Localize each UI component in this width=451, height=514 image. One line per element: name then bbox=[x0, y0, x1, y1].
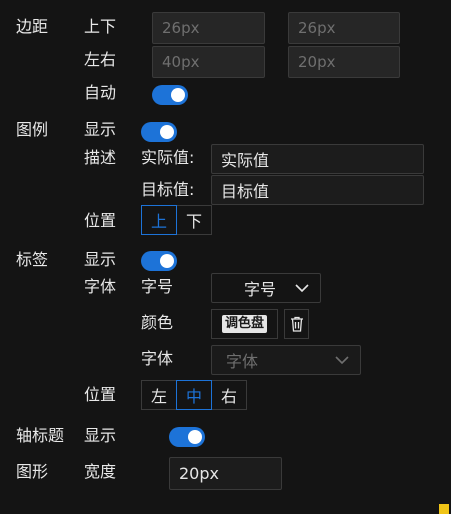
shape-width-input[interactable] bbox=[169, 457, 282, 490]
label-size-select[interactable]: 字号 bbox=[211, 273, 321, 303]
shape-width-label: 宽度 bbox=[84, 462, 117, 481]
toggle-knob bbox=[188, 430, 202, 444]
axis-title-show-toggle[interactable] bbox=[169, 427, 205, 447]
label-family-label: 字体 bbox=[141, 349, 174, 368]
label-show-label: 显示 bbox=[84, 250, 117, 269]
legend-desc-label: 描述 bbox=[84, 148, 117, 167]
label-size-value: 字号 bbox=[243, 280, 276, 299]
label-section-label: 标签 bbox=[16, 250, 49, 269]
trash-icon bbox=[290, 316, 303, 332]
shape-section-label: 图形 bbox=[16, 462, 49, 481]
label-size-label: 字号 bbox=[141, 277, 174, 296]
label-color-label: 颜色 bbox=[141, 313, 174, 332]
margin-auto-toggle[interactable] bbox=[152, 85, 188, 105]
legend-show-toggle[interactable] bbox=[141, 122, 177, 142]
legend-section-label: 图例 bbox=[16, 120, 49, 139]
legend-actual-input[interactable] bbox=[211, 144, 424, 174]
toggle-knob bbox=[171, 88, 185, 102]
chevron-down-icon bbox=[335, 356, 349, 365]
label-family-placeholder: 字体 bbox=[226, 352, 259, 371]
label-position-segmented: 左 中 右 bbox=[141, 380, 247, 410]
chevron-down-icon bbox=[295, 284, 309, 293]
margin-auto-label: 自动 bbox=[84, 83, 117, 102]
label-family-select[interactable]: 字体 bbox=[211, 345, 361, 375]
legend-position-bottom[interactable]: 下 bbox=[176, 205, 212, 235]
legend-position-top[interactable]: 上 bbox=[141, 205, 177, 235]
legend-target-input[interactable] bbox=[211, 175, 424, 205]
scrollbar-thumb[interactable] bbox=[439, 504, 449, 514]
label-position-left[interactable]: 左 bbox=[141, 380, 177, 410]
label-position-right[interactable]: 右 bbox=[211, 380, 247, 410]
color-swatch: 调色盘 bbox=[221, 315, 267, 333]
axis-title-show-label: 显示 bbox=[84, 426, 117, 445]
label-show-toggle[interactable] bbox=[141, 251, 177, 271]
axis-title-section-label: 轴标题 bbox=[16, 426, 65, 445]
label-position-center[interactable]: 中 bbox=[176, 380, 212, 410]
label-color-picker[interactable]: 调色盘 bbox=[211, 309, 278, 339]
margin-horizontal-label: 左右 bbox=[84, 50, 117, 69]
margin-left-input[interactable] bbox=[152, 46, 265, 78]
margin-section-label: 边距 bbox=[16, 17, 49, 36]
legend-actual-label: 实际值: bbox=[141, 148, 195, 167]
label-position-label: 位置 bbox=[84, 385, 117, 404]
margin-top-input[interactable] bbox=[152, 12, 265, 44]
legend-position-label: 位置 bbox=[84, 211, 117, 230]
margin-bottom-input[interactable] bbox=[288, 12, 400, 44]
margin-right-input[interactable] bbox=[288, 46, 400, 78]
toggle-knob bbox=[160, 125, 174, 139]
label-font-label: 字体 bbox=[84, 277, 117, 296]
legend-show-label: 显示 bbox=[84, 120, 117, 139]
legend-position-segmented: 上 下 bbox=[141, 205, 212, 235]
toggle-knob bbox=[160, 254, 174, 268]
legend-target-label: 目标值: bbox=[141, 180, 195, 199]
margin-vertical-label: 上下 bbox=[84, 17, 117, 36]
label-color-clear-button[interactable] bbox=[284, 309, 309, 339]
